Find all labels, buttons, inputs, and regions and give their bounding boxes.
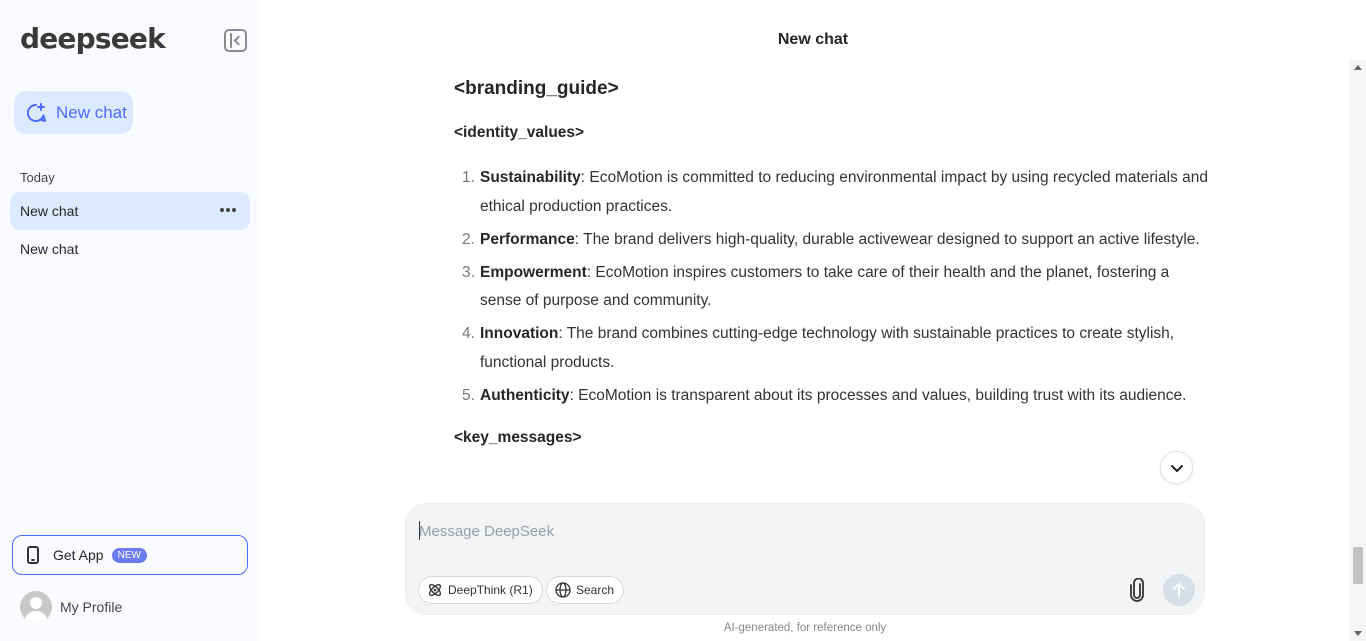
chat-title: New chat xyxy=(777,31,849,48)
scroll-down-arrow-icon[interactable] xyxy=(1354,631,1362,636)
value-text: : The brand combines cutting-edge techno… xyxy=(480,325,1175,371)
value-term: Sustainability xyxy=(480,169,581,186)
more-options-icon[interactable] xyxy=(220,208,236,212)
my-profile-button[interactable]: My Profile xyxy=(20,591,122,623)
chat-item-title: New chat xyxy=(20,241,79,257)
value-term: Authenticity xyxy=(480,386,570,404)
scrollbar-thumb[interactable] xyxy=(1353,547,1363,584)
get-app-label: Get App xyxy=(53,547,104,563)
identity-values-list: Sustainability: EcoMotion is committed t… xyxy=(454,164,1214,410)
new-chat-icon xyxy=(26,102,46,122)
chevron-down-icon xyxy=(1170,464,1183,472)
message-input[interactable] xyxy=(419,519,1119,543)
value-text: : EcoMotion is committed to reducing env… xyxy=(480,169,1208,215)
paperclip-icon xyxy=(1130,578,1144,602)
value-text: : The brand delivers high-quality, durab… xyxy=(574,230,1200,248)
message-subheading: <identity_values> xyxy=(454,124,585,141)
new-chat-label: New chat xyxy=(56,102,127,122)
search-toggle[interactable]: Search xyxy=(546,576,625,604)
attach-file-button[interactable] xyxy=(1124,576,1150,604)
section-label-today: Today xyxy=(20,170,55,185)
list-item: Innovation: The brand combines cutting-e… xyxy=(462,320,1214,377)
message-composer: DeepThink (R1) Search xyxy=(405,503,1205,615)
phone-icon xyxy=(27,546,39,564)
value-text: : EcoMotion is transparent about its pro… xyxy=(569,386,1187,404)
value-term: Innovation xyxy=(480,325,559,342)
value-term: Empowerment xyxy=(480,263,587,281)
list-item: Sustainability: EcoMotion is committed t… xyxy=(462,164,1214,221)
vertical-scrollbar[interactable] xyxy=(1350,60,1366,641)
atom-icon xyxy=(428,583,442,597)
disclaimer-text: AI-generated, for reference only xyxy=(723,622,887,634)
avatar xyxy=(20,591,52,623)
chat-history-item-active[interactable]: New chat xyxy=(10,192,250,230)
list-item: Empowerment: EcoMotion inspires customer… xyxy=(462,259,1214,316)
collapse-sidebar-icon[interactable] xyxy=(224,29,247,52)
get-app-button[interactable]: Get App NEW xyxy=(12,535,248,575)
value-term: Performance xyxy=(480,230,575,248)
text-caret xyxy=(419,521,420,540)
scroll-to-bottom-button[interactable] xyxy=(1160,451,1193,484)
list-item: Authenticity: EcoMotion is transparent a… xyxy=(462,382,1214,411)
send-button[interactable] xyxy=(1163,574,1195,606)
deepseek-logo: deepseek xyxy=(20,22,166,55)
chat-history-item[interactable]: New chat xyxy=(10,230,250,268)
new-badge: NEW xyxy=(111,547,147,563)
list-item: Performance: The brand delivers high-qua… xyxy=(462,226,1214,255)
scroll-up-arrow-icon[interactable] xyxy=(1354,65,1362,70)
arrow-up-icon xyxy=(1173,583,1185,597)
assistant-message: <branding_guide> <identity_values> Susta… xyxy=(454,72,1214,504)
chat-item-title: New chat xyxy=(20,203,79,219)
search-label: Search xyxy=(576,583,615,597)
message-next-heading: <key_messages> xyxy=(454,429,582,446)
globe-icon xyxy=(555,582,571,598)
main-area: New chat <branding_guide> <identity_valu… xyxy=(260,0,1366,641)
new-chat-button[interactable]: New chat xyxy=(14,91,133,134)
profile-label: My Profile xyxy=(60,599,123,615)
sidebar: deepseek New chat Today New chat New cha… xyxy=(0,0,260,641)
deepthink-toggle[interactable]: DeepThink (R1) xyxy=(418,576,543,604)
deepthink-label: DeepThink (R1) xyxy=(448,583,533,597)
message-heading: <branding_guide> xyxy=(454,78,619,99)
